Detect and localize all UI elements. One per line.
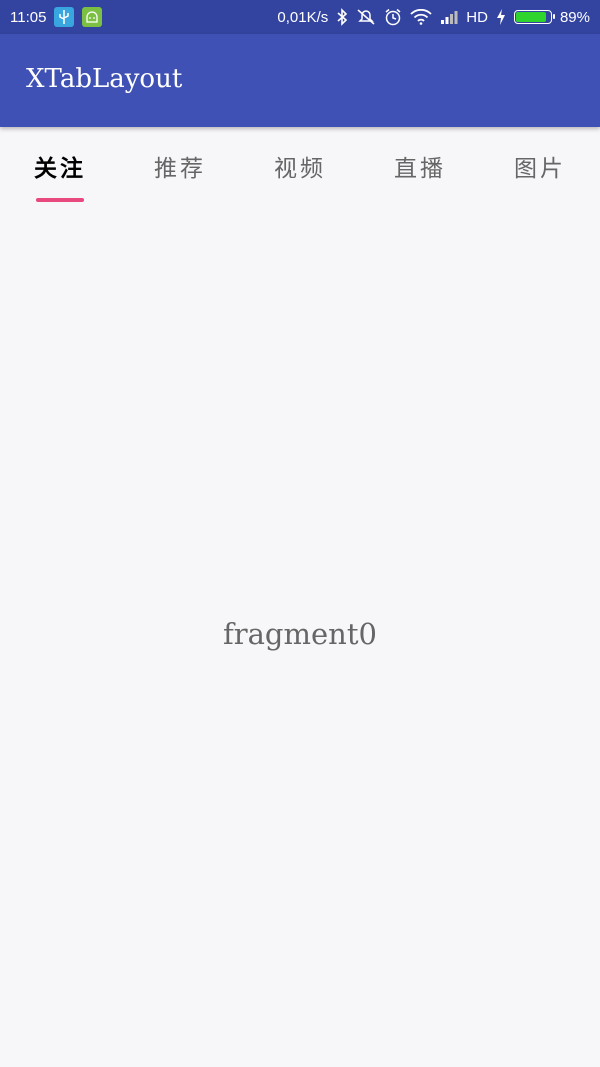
hd-label: HD [466,8,488,26]
app-title: XTabLayout [26,64,183,94]
battery-level-fill [515,12,547,22]
usb-icon [54,7,75,27]
tab-label: 图片 [514,156,566,182]
tab-video[interactable]: 视频 [240,127,360,207]
android-debug-icon [82,7,103,27]
status-bar: 11:05 0,01K/s HD 89% [0,0,600,34]
tab-follow[interactable]: 关注 [0,127,120,207]
status-left: 11:05 [10,7,103,27]
tab-indicator [36,198,84,202]
status-right: 0,01K/s HD 89% [277,8,590,26]
app-bar: XTabLayout [0,34,600,127]
tab-recommend[interactable]: 推荐 [120,127,240,207]
alarm-icon [384,8,402,26]
battery-percent: 89% [559,8,590,26]
screen: 11:05 0,01K/s HD 89% XTabLayout 关注 推荐 视频… [0,0,600,1067]
fragment-content: fragment0 [0,207,600,1067]
tab-label: 推荐 [154,156,206,182]
mute-icon [356,8,376,26]
signal-icon [440,10,458,24]
network-speed: 0,01K/s [277,8,329,26]
status-time: 11:05 [10,8,47,26]
tab-pictures[interactable]: 图片 [480,127,600,207]
charging-icon [496,9,506,25]
tab-layout: 关注 推荐 视频 直播 图片 [0,127,600,207]
tab-label: 直播 [394,156,446,182]
tab-label: 视频 [274,156,326,182]
fragment-label: fragment0 [223,617,377,651]
tab-live[interactable]: 直播 [360,127,480,207]
bluetooth-icon [336,8,348,26]
wifi-icon [410,9,432,25]
battery-icon [513,10,555,24]
